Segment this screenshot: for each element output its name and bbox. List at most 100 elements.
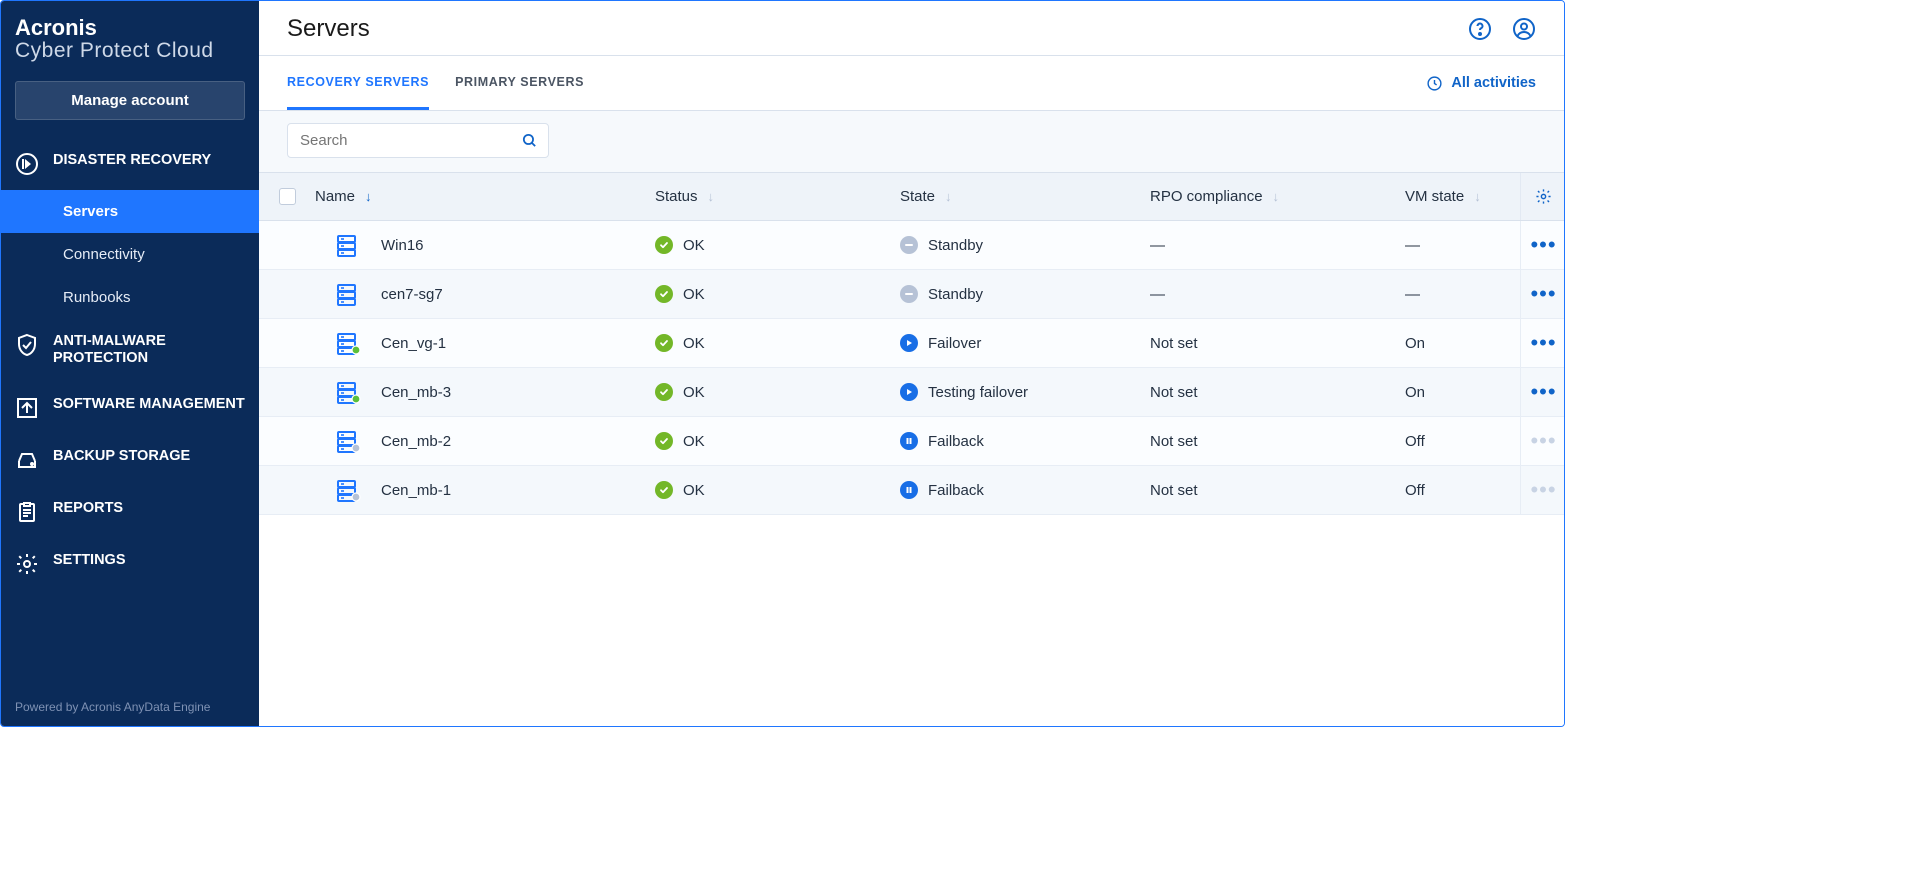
- cell-vm: On: [1405, 384, 1520, 401]
- status-ok-icon: [655, 334, 673, 352]
- all-activities-link[interactable]: All activities: [1426, 75, 1536, 92]
- sidebar-item-settings[interactable]: SETTINGS: [1, 538, 259, 590]
- reports-icon: [15, 500, 39, 524]
- row-actions[interactable]: •••: [1520, 270, 1565, 318]
- sidebar-label: SOFTWARE MANAGEMENT: [53, 396, 245, 413]
- cell-status: OK: [655, 481, 900, 499]
- sidebar-item-reports[interactable]: REPORTS: [1, 486, 259, 538]
- cell-rpo: Not set: [1150, 335, 1405, 352]
- cell-state: Testing failover: [900, 383, 1150, 401]
- more-actions-icon[interactable]: •••: [1530, 381, 1556, 403]
- sidebar-item-connectivity[interactable]: Connectivity: [1, 233, 259, 276]
- select-all-checkbox[interactable]: [279, 188, 296, 205]
- search-box[interactable]: [287, 123, 549, 158]
- column-header-status[interactable]: Status ↓: [655, 188, 900, 205]
- more-actions-icon[interactable]: •••: [1530, 430, 1556, 452]
- brand-logo: Acronis Cyber Protect Cloud: [1, 1, 259, 71]
- state-pause-icon: [900, 481, 918, 499]
- state-play-icon: [900, 334, 918, 352]
- search-icon[interactable]: [521, 132, 538, 149]
- state-standby-icon: [900, 285, 918, 303]
- page-title: Servers: [287, 15, 370, 43]
- column-header-rpo[interactable]: RPO compliance ↓: [1150, 188, 1405, 205]
- disaster-recovery-icon: [15, 152, 39, 176]
- sidebar-label: DISASTER RECOVERY: [53, 152, 211, 169]
- table-row[interactable]: cen7-sg7 OK Standby — — •••: [259, 270, 1564, 319]
- sidebar: Acronis Cyber Protect Cloud Manage accou…: [1, 1, 259, 726]
- sidebar-item-runbooks[interactable]: Runbooks: [1, 276, 259, 319]
- state-text: Testing failover: [928, 384, 1028, 401]
- status-ok-icon: [655, 432, 673, 450]
- server-icon: [337, 333, 359, 353]
- manage-account-button[interactable]: Manage account: [15, 81, 245, 120]
- row-actions[interactable]: •••: [1520, 417, 1565, 465]
- sidebar-sub-disaster-recovery: Servers Connectivity Runbooks: [1, 190, 259, 319]
- state-text: Failover: [928, 335, 981, 352]
- cell-status: OK: [655, 236, 900, 254]
- row-actions[interactable]: •••: [1520, 221, 1565, 269]
- status-ok-icon: [655, 383, 673, 401]
- cell-name: Cen_mb-1: [315, 480, 655, 500]
- cell-vm: Off: [1405, 433, 1520, 450]
- table-body: Win16 OK Standby — — ••• cen7-sg7: [259, 221, 1564, 515]
- cell-name: cen7-sg7: [315, 284, 655, 304]
- status-ok-icon: [655, 236, 673, 254]
- account-icon[interactable]: [1512, 17, 1536, 41]
- status-text: OK: [683, 237, 705, 254]
- table-row[interactable]: Cen_vg-1 OK Failover Not set On •••: [259, 319, 1564, 368]
- column-header-name[interactable]: Name ↓: [315, 188, 655, 205]
- sidebar-item-disaster-recovery[interactable]: DISASTER RECOVERY: [1, 138, 259, 190]
- cell-state: Failback: [900, 481, 1150, 499]
- column-label: VM state: [1405, 188, 1464, 205]
- column-header-state[interactable]: State ↓: [900, 188, 1150, 205]
- tab-recovery-servers[interactable]: RECOVERY SERVERS: [287, 56, 429, 110]
- more-actions-icon[interactable]: •••: [1530, 479, 1556, 501]
- more-actions-icon[interactable]: •••: [1530, 234, 1556, 256]
- table-row[interactable]: Cen_mb-1 OK Failback Not set Off •••: [259, 466, 1564, 515]
- row-actions[interactable]: •••: [1520, 319, 1565, 367]
- help-icon[interactable]: [1468, 17, 1492, 41]
- brand-subtitle: Cyber Protect Cloud: [15, 39, 241, 63]
- search-input[interactable]: [298, 131, 521, 150]
- app-window: Acronis Cyber Protect Cloud Manage accou…: [0, 0, 1565, 727]
- cell-name: Win16: [315, 235, 655, 255]
- servers-table: Name ↓ Status ↓ State ↓ RPO compliance ↓…: [259, 172, 1564, 515]
- state-text: Failback: [928, 433, 984, 450]
- more-actions-icon[interactable]: •••: [1530, 283, 1556, 305]
- sidebar-item-anti-malware[interactable]: ANTI-MALWARE PROTECTION: [1, 319, 259, 382]
- table-row[interactable]: Cen_mb-2 OK Failback Not set Off •••: [259, 417, 1564, 466]
- clock-icon: [1426, 75, 1443, 92]
- server-icon: [337, 284, 359, 304]
- cell-rpo: Not set: [1150, 384, 1405, 401]
- table-row[interactable]: Win16 OK Standby — — •••: [259, 221, 1564, 270]
- sidebar-item-servers[interactable]: Servers: [1, 190, 259, 233]
- sidebar-item-software-management[interactable]: SOFTWARE MANAGEMENT: [1, 382, 259, 434]
- header-checkbox-cell: [259, 188, 315, 205]
- column-header-settings[interactable]: [1520, 173, 1565, 220]
- status-text: OK: [683, 482, 705, 499]
- state-pause-icon: [900, 432, 918, 450]
- server-name: Cen_mb-1: [381, 482, 451, 499]
- row-actions[interactable]: •••: [1520, 466, 1565, 514]
- row-actions[interactable]: •••: [1520, 368, 1565, 416]
- column-label: RPO compliance: [1150, 188, 1263, 205]
- more-actions-icon[interactable]: •••: [1530, 332, 1556, 354]
- status-text: OK: [683, 335, 705, 352]
- tab-primary-servers[interactable]: PRIMARY SERVERS: [455, 56, 584, 110]
- column-header-vm[interactable]: VM state ↓: [1405, 188, 1520, 205]
- cell-vm: —: [1405, 286, 1520, 303]
- column-label: Name: [315, 188, 355, 205]
- status-text: OK: [683, 286, 705, 303]
- status-ok-icon: [655, 481, 673, 499]
- cell-name: Cen_mb-3: [315, 382, 655, 402]
- sort-arrow-down-icon: ↓: [1273, 189, 1280, 204]
- server-icon: [337, 235, 359, 255]
- sidebar-label: REPORTS: [53, 500, 123, 517]
- sort-arrow-down-icon: ↓: [708, 189, 715, 204]
- sidebar-item-backup-storage[interactable]: BACKUP STORAGE: [1, 434, 259, 486]
- gear-icon: [1535, 188, 1552, 205]
- table-row[interactable]: Cen_mb-3 OK Testing failover Not set On …: [259, 368, 1564, 417]
- cell-name: Cen_vg-1: [315, 333, 655, 353]
- server-name: Cen_vg-1: [381, 335, 446, 352]
- sidebar-label: SETTINGS: [53, 552, 126, 569]
